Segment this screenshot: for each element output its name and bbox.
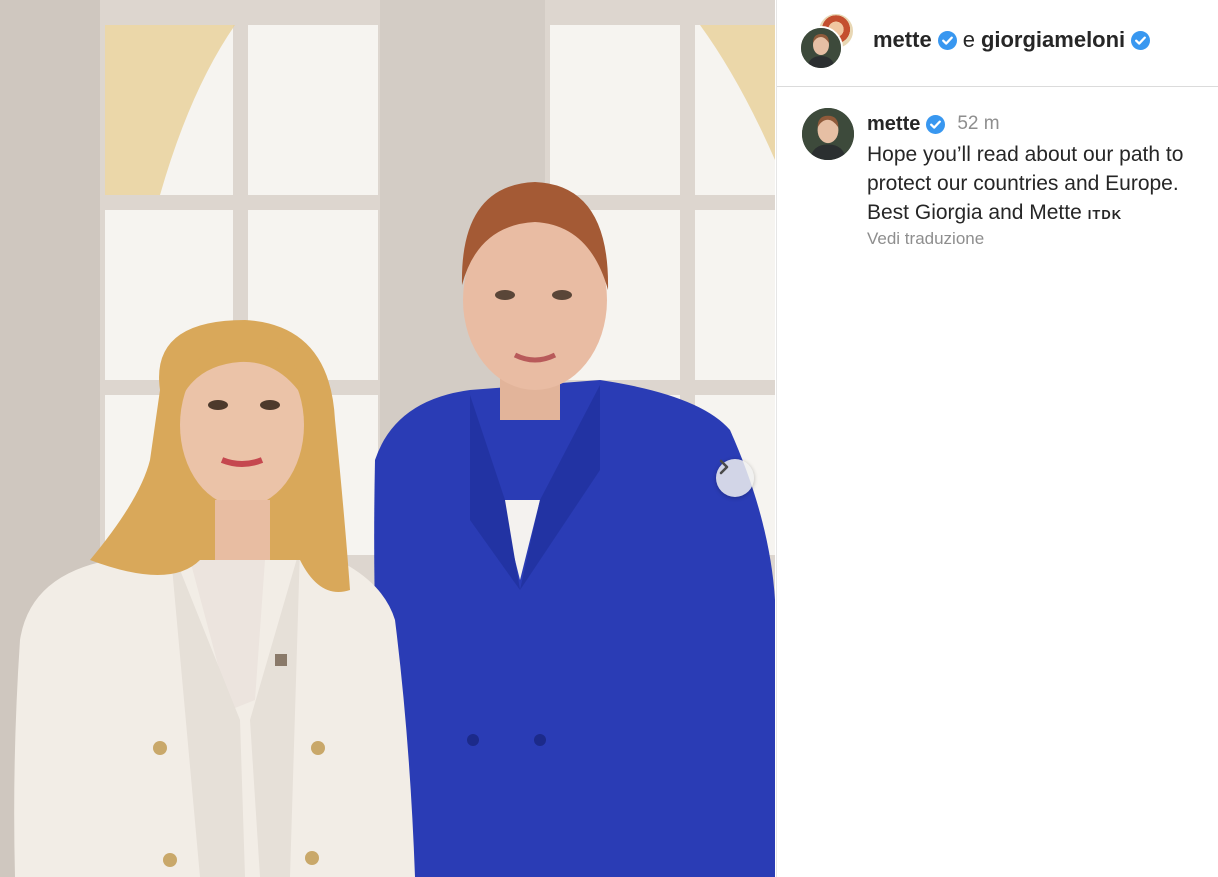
see-translation-link[interactable]: Vedi traduzione bbox=[867, 229, 1218, 249]
avatar-portrait bbox=[802, 108, 854, 160]
post-sidebar: mette e giorgiameloni mette 52 m Hope yo… bbox=[776, 0, 1218, 877]
flag-emojis: ITDK bbox=[1087, 207, 1123, 222]
chevron-right-icon bbox=[719, 459, 729, 475]
comment-caption: Hope you’ll read about our path to prote… bbox=[867, 143, 1184, 224]
header-conjunction: e bbox=[962, 27, 975, 52]
collab-avatars[interactable] bbox=[799, 12, 855, 70]
verified-badge-icon bbox=[926, 114, 946, 134]
verified-badge-icon bbox=[937, 30, 957, 50]
avatar-portrait bbox=[801, 28, 841, 68]
header-username-1[interactable]: mette bbox=[873, 27, 932, 53]
comment-header: mette 52 m bbox=[867, 110, 1218, 138]
comment-timestamp[interactable]: 52 m bbox=[957, 113, 999, 135]
avatar-mette[interactable] bbox=[799, 26, 843, 70]
comment-body: mette 52 m Hope you’ll read about our pa… bbox=[867, 110, 1218, 249]
next-photo-button[interactable] bbox=[716, 459, 754, 497]
comment-avatar[interactable] bbox=[802, 108, 854, 160]
comment-username[interactable]: mette bbox=[867, 113, 920, 136]
header-username-2[interactable]: giorgiameloni bbox=[981, 27, 1125, 53]
comment-text: Hope you’ll read about our path to prote… bbox=[867, 140, 1218, 229]
photo-illustration bbox=[0, 0, 775, 877]
post-header: mette e giorgiameloni bbox=[777, 0, 1218, 87]
verified-badge-icon bbox=[1131, 30, 1151, 50]
header-usernames: mette e giorgiameloni bbox=[873, 26, 1151, 54]
post-photo[interactable] bbox=[0, 0, 775, 877]
